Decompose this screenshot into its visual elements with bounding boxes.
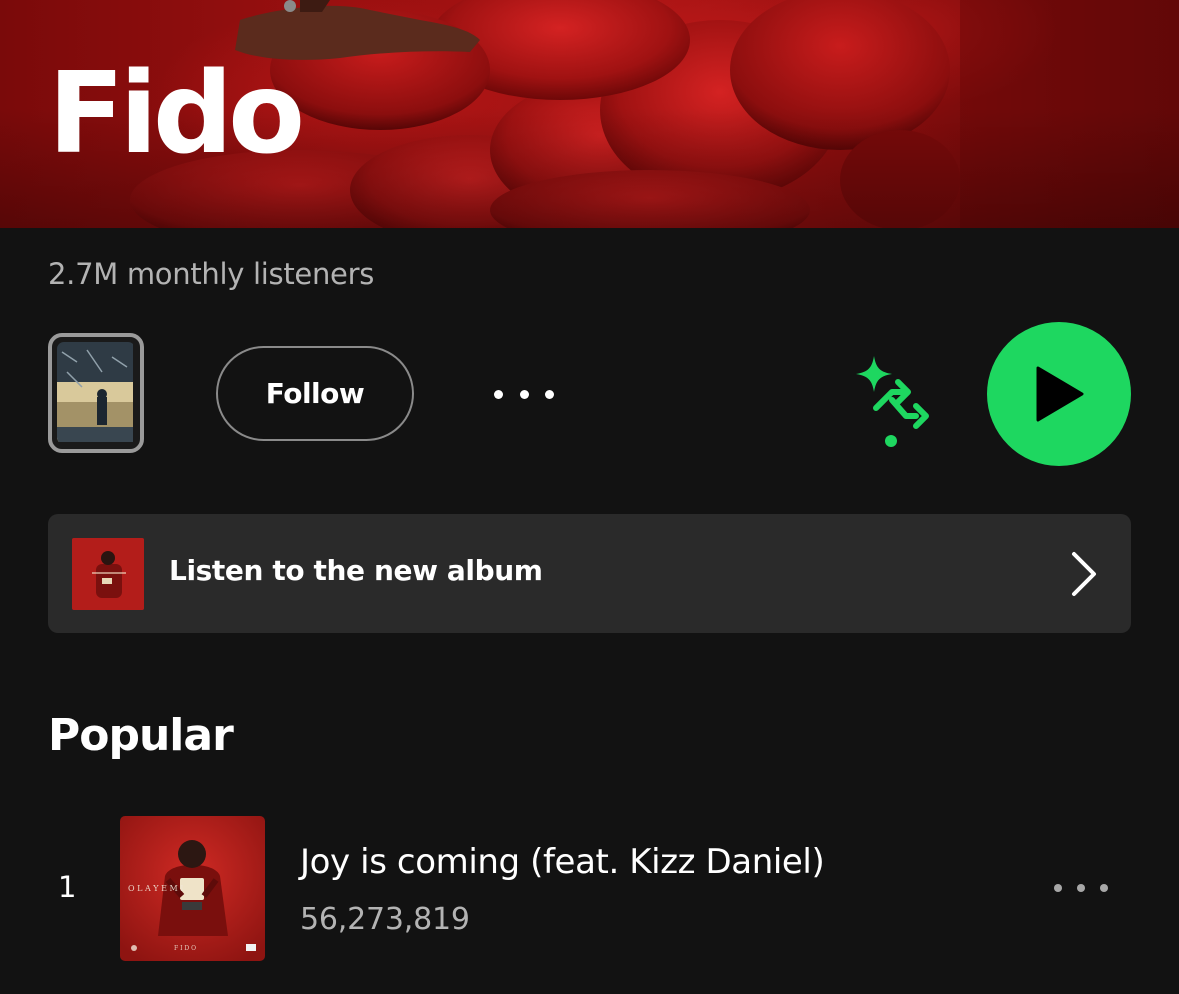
track-play-count: 56,273,819 — [300, 902, 470, 937]
artist-pick-thumbnail[interactable] — [48, 333, 144, 453]
track-more-options-icon[interactable] — [1050, 876, 1112, 900]
artist-page: Fido 2.7M monthly listeners Follow Liste… — [0, 0, 1179, 994]
dot — [545, 389, 554, 399]
dot — [494, 389, 503, 399]
smart-shuffle-icon[interactable] — [846, 350, 938, 450]
monthly-listeners: 2.7M monthly listeners — [48, 257, 375, 291]
artist-name: Fido — [48, 49, 305, 179]
track-title: Joy is coming (feat. Kizz Daniel) — [300, 842, 825, 882]
cover-artist-text: F I D O — [174, 945, 196, 952]
artist-pick-artwork — [57, 342, 135, 444]
play-icon — [1036, 366, 1084, 422]
dot — [1100, 884, 1108, 892]
track-rank: 1 — [58, 870, 77, 904]
new-album-label: Listen to the new album — [169, 554, 543, 587]
track-cover-art: O L A Y E M I F I D O — [120, 816, 265, 961]
dot — [1077, 884, 1085, 892]
chevron-right-icon — [1066, 550, 1102, 598]
track-row[interactable]: 1 O L A Y E M I F I D O Joy is coming (f… — [0, 810, 1179, 970]
dot — [1054, 884, 1062, 892]
dot — [519, 389, 529, 399]
section-heading-popular: Popular — [48, 710, 234, 761]
play-button[interactable] — [987, 322, 1131, 466]
more-options-icon[interactable] — [490, 378, 558, 410]
artist-hero-image: Fido — [0, 0, 1179, 228]
new-album-thumbnail — [72, 538, 144, 610]
artist-pick-image — [57, 342, 133, 442]
follow-button[interactable]: Follow — [216, 346, 414, 441]
cover-title-text: O L A Y E M I — [128, 884, 183, 893]
new-album-banner[interactable]: Listen to the new album — [48, 514, 1131, 633]
